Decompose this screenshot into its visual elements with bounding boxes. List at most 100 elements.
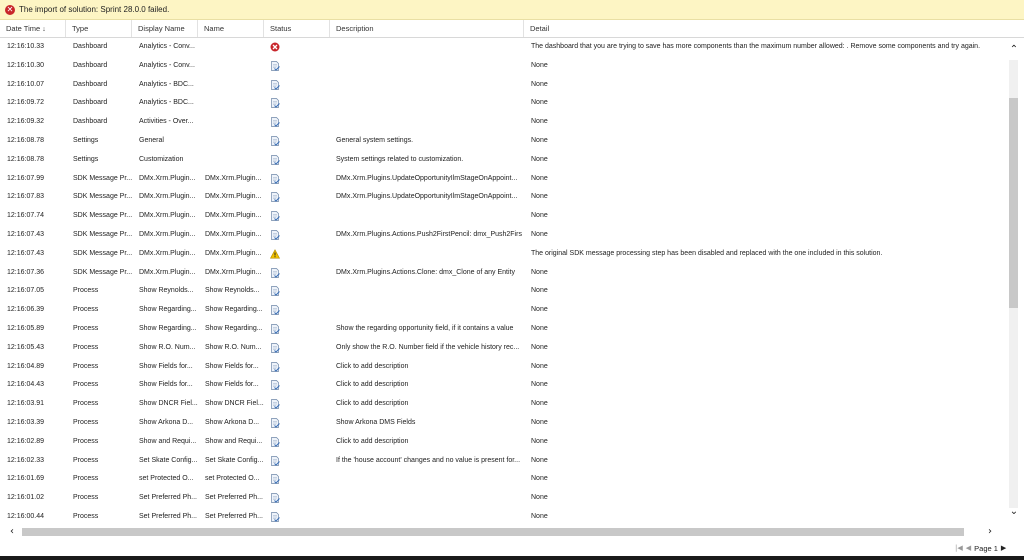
- success-document-icon: [270, 173, 280, 184]
- scroll-up-icon[interactable]: ⌃: [1008, 44, 1020, 56]
- table-row[interactable]: 12:16:09.32 Dashboard Activities - Over...…: [0, 113, 1004, 132]
- column-header-date-time[interactable]: Date Time ↓: [0, 20, 66, 37]
- table-row[interactable]: 12:16:04.43 Process Show Fields for... Show…: [0, 376, 1004, 395]
- table-row[interactable]: 12:16:07.99 SDK Message Pr... DMx.Xrm.Plug…: [0, 170, 1004, 189]
- cell-date: 12:16:10.33: [7, 43, 44, 50]
- cell-type: Settings: [73, 155, 99, 163]
- table-row[interactable]: 12:16:01.69 Process set Protected O... set …: [0, 470, 1004, 489]
- first-page-icon[interactable]: |◀: [955, 544, 963, 552]
- cell-desc: Only show the R.O. Number field if the v…: [336, 343, 520, 351]
- cell-name: [205, 38, 265, 57]
- table-row[interactable]: 12:16:03.91 Process Show DNCR Fiel... Show …: [0, 395, 1004, 414]
- table-row[interactable]: 12:16:04.89 Process Show Fields for... Show…: [0, 358, 1004, 377]
- cell-name: Show Reynolds...: [205, 287, 260, 295]
- column-label: Name: [204, 24, 225, 33]
- cell-detail: None: [531, 268, 548, 276]
- cell-type: Process: [73, 287, 99, 295]
- cell-detail: None: [531, 419, 548, 426]
- table-row[interactable]: 12:16:07.83 SDK Message Pr... DMx.Xrm.Plug…: [0, 188, 1004, 207]
- cell-date: 12:16:02.33: [7, 456, 44, 464]
- table-row[interactable]: 12:16:10.07 Dashboard Analytics - BDC... No…: [0, 76, 1004, 95]
- vertical-scrollbar[interactable]: ⌃ ⌄: [1004, 38, 1024, 524]
- cell-type: Dashboard: [73, 43, 108, 50]
- cell-date: 12:16:07.43: [7, 231, 44, 238]
- table-row[interactable]: 12:16:05.43 Process Show R.O. Num... Show R…: [0, 339, 1004, 358]
- success-document-icon: [270, 324, 280, 334]
- column-header-display-name[interactable]: Display Name: [132, 20, 198, 37]
- taskbar-edge: [0, 556, 1024, 560]
- cell-type: Process: [73, 362, 99, 370]
- cell-display: Show Regarding...: [139, 325, 197, 332]
- table-row[interactable]: 12:16:00.44 Process Set Preferred Ph... Set…: [0, 508, 1004, 524]
- cell-desc: [336, 38, 522, 57]
- cell-detail: None: [531, 118, 548, 126]
- cell-detail: The original SDK message processing step…: [531, 249, 883, 257]
- scroll-thumb[interactable]: [1009, 98, 1018, 308]
- next-page-icon[interactable]: ▶: [1001, 544, 1006, 552]
- cell-date: 12:16:07.99: [7, 174, 44, 182]
- page-label: Page 1: [974, 543, 998, 553]
- cell-display: Show DNCR Fiel...: [139, 400, 198, 408]
- column-header-description[interactable]: Description: [330, 20, 524, 37]
- cell-detail: None: [531, 61, 548, 69]
- table-row[interactable]: 12:16:06.39 Process Show Regarding... Show …: [0, 301, 1004, 320]
- cell-detail: None: [531, 325, 548, 332]
- horizontal-scrollbar[interactable]: ‹ ›: [0, 525, 1004, 539]
- cell-display: DMx.Xrm.Plugin...: [139, 193, 196, 201]
- cell-detail: None: [531, 99, 548, 107]
- cell-display: Show Fields for...: [139, 362, 193, 370]
- cell-display: Show R.O. Num...: [139, 343, 196, 351]
- table-row[interactable]: 12:16:07.43 SDK Message Pr... DMx.Xrm.Plug…: [0, 245, 1004, 264]
- column-header-name[interactable]: Name: [198, 20, 264, 37]
- cell-name: Show DNCR Fiel...: [205, 400, 264, 408]
- cell-desc: [336, 301, 522, 320]
- cell-display: set Protected O...: [139, 475, 194, 483]
- previous-page-icon[interactable]: ◀: [966, 544, 971, 552]
- column-header-detail[interactable]: Detail: [524, 20, 1004, 37]
- column-header-type[interactable]: Type: [66, 20, 132, 37]
- cell-desc: [336, 76, 522, 95]
- success-document-icon: [270, 192, 280, 203]
- cell-display: Show Reynolds...: [139, 287, 194, 295]
- table-row[interactable]: 12:16:05.89 Process Show Regarding... Show …: [0, 320, 1004, 339]
- cell-type: SDK Message Pr...: [73, 249, 133, 257]
- cell-desc: Show the regarding opportunity field, if…: [336, 325, 514, 332]
- cell-detail: None: [531, 513, 548, 520]
- success-document-icon: [270, 455, 280, 466]
- scroll-thumb-horizontal[interactable]: [22, 528, 964, 536]
- cell-detail: None: [531, 343, 548, 351]
- table-row[interactable]: 12:16:07.43 SDK Message Pr... DMx.Xrm.Plug…: [0, 226, 1004, 245]
- table-row[interactable]: 12:16:09.72 Dashboard Analytics - BDC... No…: [0, 94, 1004, 113]
- table-row[interactable]: 12:16:10.33 Dashboard Analytics - Conv... T…: [0, 38, 1004, 57]
- success-document-icon: [270, 136, 280, 146]
- table-row[interactable]: 12:16:07.36 SDK Message Pr... DMx.Xrm.Plug…: [0, 264, 1004, 283]
- cell-name: Show R.O. Num...: [205, 343, 262, 351]
- table-row[interactable]: 12:16:07.05 Process Show Reynolds... Show R…: [0, 282, 1004, 301]
- table-row[interactable]: 12:16:02.33 Process Set Skate Config... Set…: [0, 452, 1004, 471]
- table-row[interactable]: 12:16:01.02 Process Set Preferred Ph... Set…: [0, 489, 1004, 508]
- cell-date: 12:16:08.78: [7, 155, 44, 163]
- table-row[interactable]: 12:16:08.78 Settings General General system…: [0, 132, 1004, 151]
- cell-detail: None: [531, 212, 548, 220]
- cell-name: Show Arkona D...: [205, 419, 260, 426]
- table-row[interactable]: 12:16:10.30 Dashboard Analytics - Conv... N…: [0, 57, 1004, 76]
- cell-date: 12:16:00.44: [7, 513, 44, 520]
- cell-display: DMx.Xrm.Plugin...: [139, 174, 196, 182]
- success-document-icon: [270, 474, 280, 485]
- cell-date: 12:16:09.32: [7, 118, 44, 126]
- table-row[interactable]: 12:16:08.78 Settings Customization System s…: [0, 151, 1004, 170]
- cell-date: 12:16:06.39: [7, 306, 44, 314]
- table-row[interactable]: 12:16:03.39 Process Show Arkona D... Show A…: [0, 414, 1004, 433]
- table-row[interactable]: 12:16:07.74 SDK Message Pr... DMx.Xrm.Plug…: [0, 207, 1004, 226]
- cell-detail: None: [531, 174, 548, 182]
- scroll-left-icon[interactable]: ‹: [6, 526, 18, 538]
- scroll-right-icon[interactable]: ›: [984, 526, 996, 538]
- cell-type: SDK Message Pr...: [73, 193, 133, 201]
- warning-icon: [269, 248, 281, 259]
- cell-display: Set Preferred Ph...: [139, 494, 197, 502]
- cell-date: 12:16:01.69: [7, 475, 44, 483]
- column-header-status[interactable]: Status: [264, 20, 330, 37]
- scroll-down-icon[interactable]: ⌄: [1008, 506, 1020, 518]
- cell-name: Show Fields for...: [205, 362, 259, 370]
- table-row[interactable]: 12:16:02.89 Process Show and Requi... Show …: [0, 433, 1004, 452]
